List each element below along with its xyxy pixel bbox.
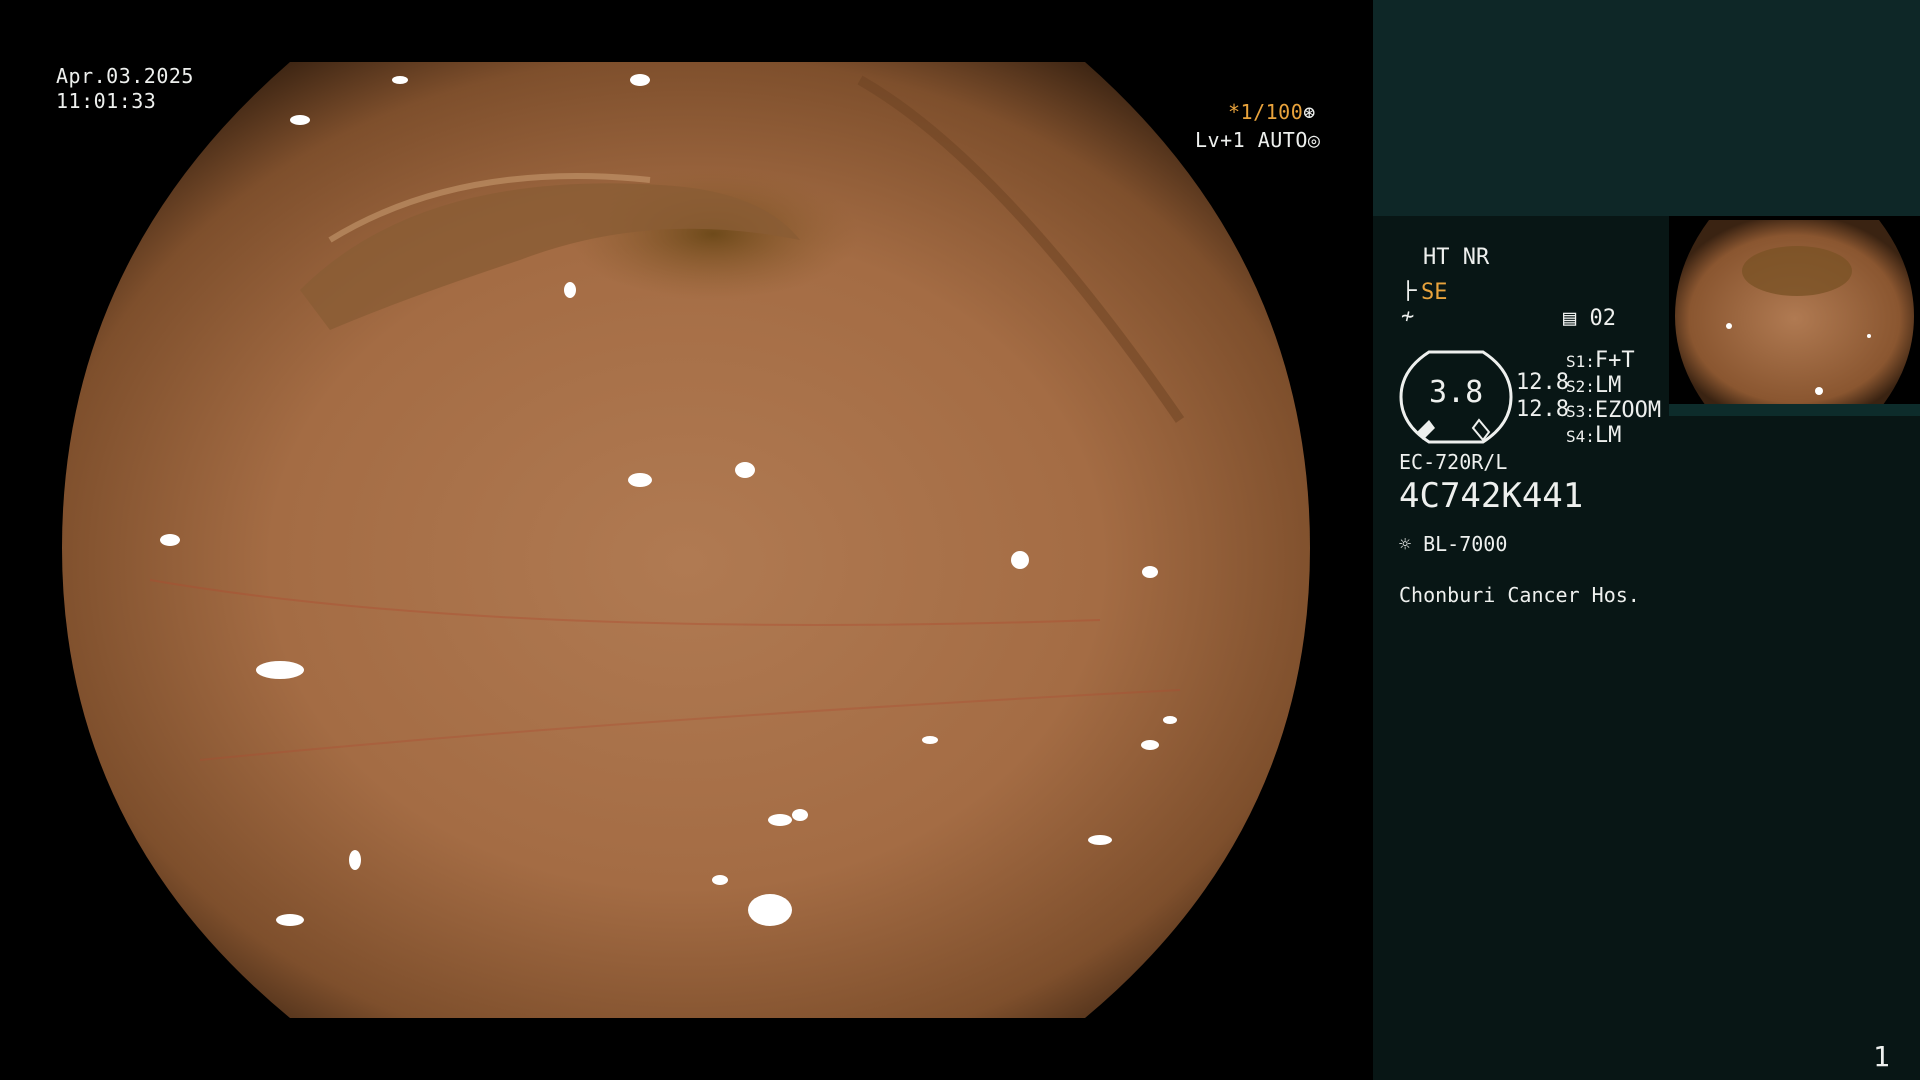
time-label: 11:01:33 bbox=[56, 89, 157, 113]
level-row: Lv+1 AUTO◎ bbox=[1195, 128, 1320, 153]
s1-value: F+T bbox=[1594, 348, 1635, 373]
s2-label: S2: bbox=[1566, 377, 1595, 396]
s2-value: LM bbox=[1594, 373, 1622, 398]
s3-value: EZOOM bbox=[1594, 398, 1662, 423]
thumbnail-image[interactable] bbox=[1669, 216, 1920, 414]
s1-row: S1:F+T bbox=[1566, 348, 1635, 373]
serial-number: 4C742K441 bbox=[1399, 476, 1584, 516]
memo-icon: ▤ bbox=[1563, 306, 1577, 331]
s3-label: S3: bbox=[1566, 402, 1595, 421]
preset-row: ▤ 02 bbox=[1563, 306, 1616, 331]
se-row: ⺊SE bbox=[1399, 274, 1448, 306]
se-label: SE bbox=[1421, 280, 1448, 305]
zoom-value: 3.8 bbox=[1429, 375, 1484, 410]
light-source: BL-7000 bbox=[1423, 532, 1508, 556]
s3-row: S3:EZOOM bbox=[1566, 398, 1661, 423]
endoscopic-image bbox=[62, 62, 1310, 1018]
hospital-name: Chonburi Cancer Hos. bbox=[1399, 583, 1640, 607]
thumbnail-caption-bar bbox=[1669, 404, 1920, 416]
aperture-icon: ⊛ bbox=[1303, 100, 1316, 124]
scope-model: EC-720R/L bbox=[1399, 450, 1508, 474]
date-label: Apr.03.2025 bbox=[56, 64, 194, 88]
level-label: Lv+1 AUTO bbox=[1195, 128, 1308, 152]
info-panel: HT NR ⺊SE ≁ ▤ 02 3.8 12.8 12.8 S1:F+T S2… bbox=[1373, 0, 1920, 1080]
iris-icon: ◎ bbox=[1307, 128, 1321, 152]
ht-nr-label: HT NR bbox=[1423, 245, 1490, 270]
color-mode-icon: ≁ bbox=[1401, 304, 1415, 329]
endoscope-view: Apr.03.2025 11:01:33 *1/100⊛ Lv+1 AUTO◎ bbox=[0, 0, 1373, 1080]
shutter-row: *1/100⊛ bbox=[1228, 100, 1316, 125]
thumbnail-preview bbox=[1675, 220, 1914, 410]
s4-row: S4:LM bbox=[1566, 423, 1621, 448]
preset-number: 02 bbox=[1589, 306, 1617, 331]
lamp-icon: ☼ bbox=[1399, 532, 1412, 556]
s1-label: S1: bbox=[1566, 352, 1595, 371]
light-source-row: ☼ BL-7000 bbox=[1399, 532, 1507, 556]
s2-row: S2:LM bbox=[1566, 373, 1621, 398]
panel-header-block bbox=[1373, 0, 1920, 216]
page-number: 1 bbox=[1873, 1040, 1890, 1073]
s4-value: LM bbox=[1594, 423, 1622, 448]
shutter-speed: *1/100 bbox=[1228, 100, 1304, 124]
value-bottom: 12.8 bbox=[1516, 397, 1569, 422]
s4-label: S4: bbox=[1566, 427, 1595, 446]
value-top: 12.8 bbox=[1516, 370, 1569, 395]
structure-enhance-icon: ⺊ bbox=[1399, 280, 1422, 305]
